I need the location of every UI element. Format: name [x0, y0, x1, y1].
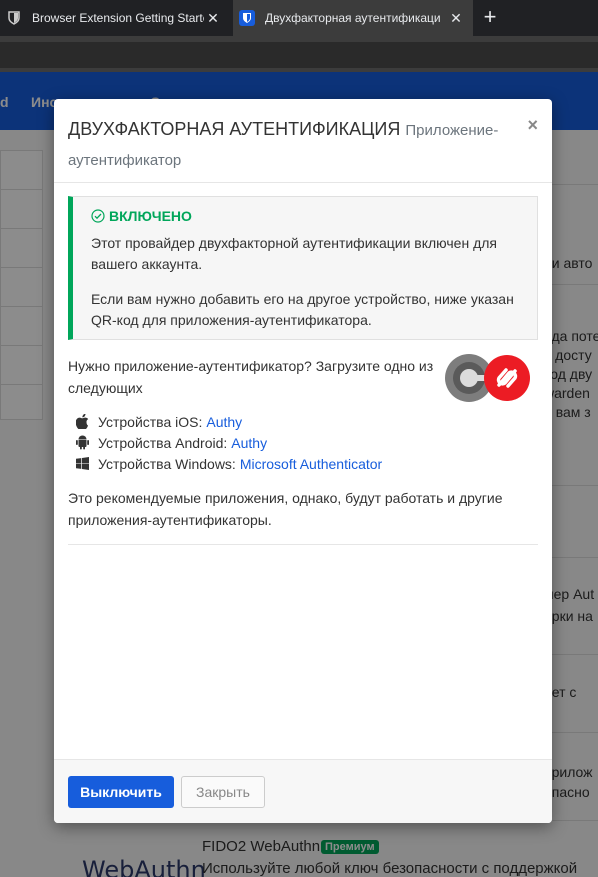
list-item: Устройства iOS: Authy: [74, 411, 494, 432]
tab-label: Двухфакторная аутентификаци: [265, 11, 441, 25]
need-app-text: Нужно приложение-аутентификатор? Загрузи…: [68, 358, 434, 396]
divider: [68, 544, 538, 545]
authy-android-link[interactable]: Authy: [231, 435, 267, 451]
apple-icon: [74, 414, 90, 430]
windows-icon: [74, 456, 90, 472]
android-icon: [74, 435, 90, 451]
authenticator-app-icons: [444, 353, 534, 403]
disable-button[interactable]: Выключить: [68, 776, 174, 808]
list-item: Устройства Android: Authy: [74, 432, 494, 453]
list-item: Устройства Windows: Microsoft Authentica…: [74, 453, 494, 474]
authy-icon: [484, 355, 530, 401]
recommendation-text: Это рекомендуемые приложения, однако, бу…: [68, 490, 503, 528]
address-bar[interactable]: [0, 42, 598, 68]
close-icon[interactable]: ×: [527, 115, 538, 136]
browser-tab-two-factor[interactable]: Двухфакторная аутентификаци ✕: [233, 0, 473, 36]
browser-tab-bar: Browser Extension Getting Starte ✕ Двухф…: [0, 0, 598, 36]
enabled-alert: ВКЛЮЧЕНО Этот провайдер двухфакторной ау…: [68, 196, 538, 340]
authy-ios-link[interactable]: Authy: [206, 414, 242, 430]
alert-heading: ВКЛЮЧЕНО: [91, 207, 521, 225]
alert-text: Если вам нужно добавить его на другое ус…: [91, 291, 514, 328]
bitwarden-logo-icon: [239, 10, 255, 26]
modal-title-text: ДВУХФАКТОРНАЯ АУТЕНТИФИКАЦИЯ: [68, 119, 401, 139]
tab-close-icon[interactable]: ✕: [204, 10, 222, 27]
two-factor-modal: ДВУХФАКТОРНАЯ АУТЕНТИФИКАЦИЯ Приложение-…: [54, 99, 552, 823]
new-tab-button[interactable]: +: [478, 6, 502, 30]
alert-heading-text: ВКЛЮЧЕНО: [109, 208, 192, 224]
device-label: Устройства Windows:: [98, 455, 236, 472]
device-list: Устройства iOS: Authy Устройства Android…: [74, 411, 494, 474]
microsoft-authenticator-link[interactable]: Microsoft Authenticator: [240, 456, 382, 472]
close-button[interactable]: Закрыть: [181, 776, 265, 808]
modal-footer: Выключить Закрыть: [54, 759, 552, 823]
browser-tab-getting-started[interactable]: Browser Extension Getting Starte ✕: [0, 0, 230, 36]
check-circle-icon: [91, 209, 105, 223]
device-label: Устройства iOS:: [98, 413, 203, 430]
browser-toolbar: [0, 36, 598, 72]
modal-title: ДВУХФАКТОРНАЯ АУТЕНТИФИКАЦИЯ Приложение-…: [68, 115, 538, 175]
device-label: Устройства Android:: [98, 434, 228, 451]
tab-close-icon[interactable]: ✕: [447, 10, 465, 27]
tab-label: Browser Extension Getting Starte: [32, 11, 204, 25]
modal-header: ДВУХФАКТОРНАЯ АУТЕНТИФИКАЦИЯ Приложение-…: [54, 99, 552, 183]
alert-text: Этот провайдер двухфакторной аутентифика…: [91, 235, 497, 272]
bitwarden-shield-icon: [6, 10, 22, 26]
